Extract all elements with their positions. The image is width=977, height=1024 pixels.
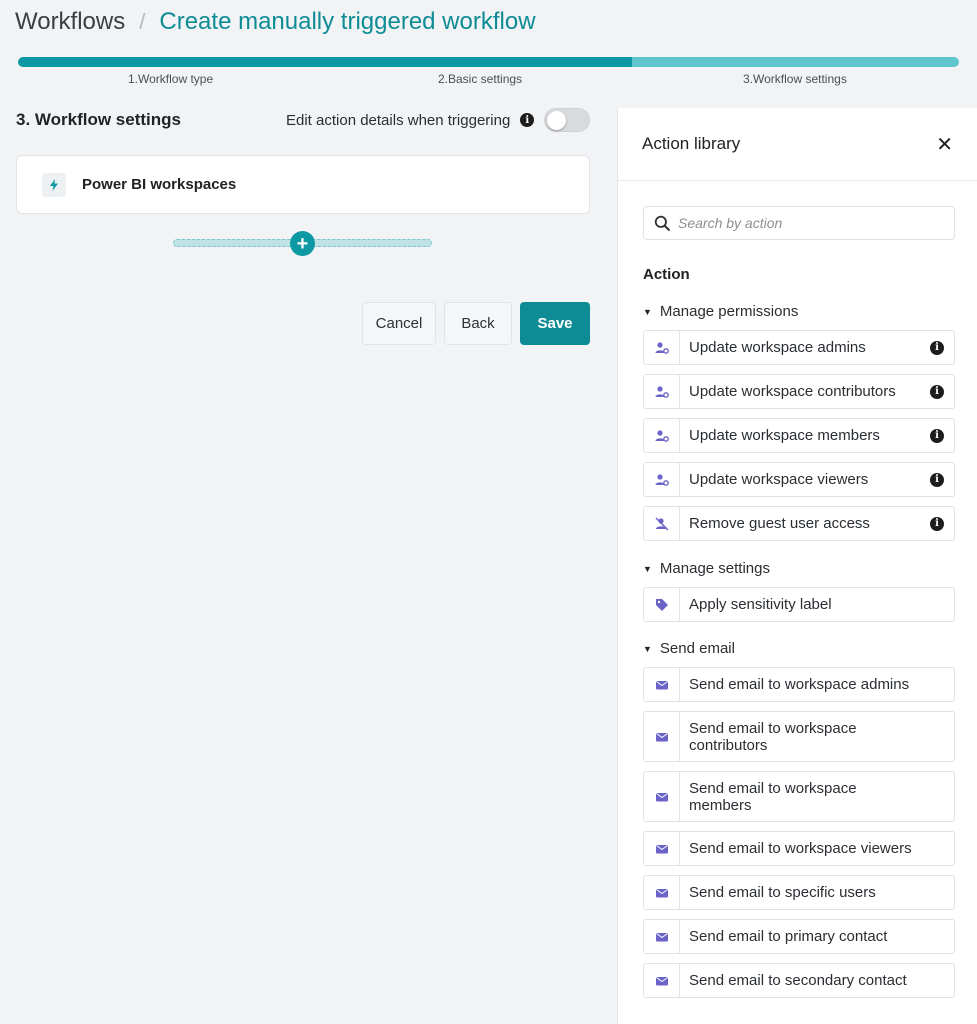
- panel-header: Action library ✕: [618, 108, 977, 181]
- user-gear-icon: [644, 463, 680, 496]
- breadcrumb-separator: /: [139, 9, 146, 34]
- back-button[interactable]: Back: [444, 302, 512, 345]
- action-item[interactable]: Send email to secondary contact: [643, 963, 955, 998]
- step-label-2: 2.Basic settings: [438, 72, 523, 86]
- user-gear-icon: [644, 331, 680, 364]
- breadcrumb-workflows-link[interactable]: Workflows: [15, 8, 125, 36]
- action-label: Update workspace contributors: [689, 383, 896, 400]
- info-icon[interactable]: i: [930, 384, 944, 399]
- info-icon[interactable]: i: [930, 516, 944, 531]
- save-button[interactable]: Save: [520, 302, 590, 345]
- action-item[interactable]: Apply sensitivity label: [643, 587, 955, 622]
- trigger-card[interactable]: Power BI workspaces: [16, 155, 590, 214]
- edit-action-toggle-row: Edit action details when triggering i: [286, 108, 591, 132]
- mail-icon: [644, 920, 680, 953]
- add-step-button[interactable]: +: [290, 231, 315, 256]
- action-label: Update workspace viewers: [689, 471, 869, 488]
- action-item[interactable]: Send email to primary contact: [643, 919, 955, 954]
- group-label: Manage permissions: [659, 303, 799, 320]
- mail-icon: [644, 712, 680, 761]
- user-gear-icon: [644, 375, 680, 408]
- action-heading: Action: [643, 266, 690, 283]
- action-label: Send email to specific users: [689, 884, 876, 901]
- action-label: Send email to workspace viewers: [689, 840, 912, 857]
- info-icon[interactable]: i: [930, 428, 944, 443]
- group-label: Send email: [659, 640, 735, 657]
- action-item[interactable]: Remove guest user access i: [643, 506, 955, 541]
- group-manage-permissions[interactable]: ▼ Manage permissions: [643, 303, 798, 320]
- action-item[interactable]: Update workspace viewers i: [643, 462, 955, 497]
- search-input[interactable]: [678, 215, 938, 231]
- mail-icon: [644, 772, 680, 821]
- action-item[interactable]: Update workspace contributors i: [643, 374, 955, 409]
- edit-action-toggle-label: Edit action details when triggering: [286, 111, 511, 129]
- action-label: Apply sensitivity label: [689, 596, 832, 613]
- user-gear-icon: [644, 419, 680, 452]
- info-icon[interactable]: i: [930, 340, 944, 355]
- step-label-3: 3.Workflow settings: [743, 72, 847, 86]
- group-label: Manage settings: [659, 560, 770, 577]
- action-item[interactable]: Update workspace admins i: [643, 330, 955, 365]
- edit-action-toggle[interactable]: [544, 108, 591, 132]
- mail-icon: [644, 876, 680, 909]
- page-title: Create manually triggered workflow: [159, 8, 536, 35]
- step-label-1: 1.Workflow type: [128, 72, 214, 86]
- panel-title: Action library: [642, 134, 741, 153]
- action-label: Update workspace members: [689, 427, 880, 444]
- caret-down-icon: ▼: [643, 306, 652, 317]
- breadcrumb: Workflows / Create manually triggered wo…: [15, 8, 536, 36]
- action-item[interactable]: Send email to workspace viewers: [643, 831, 955, 866]
- action-label: Send email to primary contact: [689, 928, 888, 945]
- group-send-email[interactable]: ▼ Send email: [643, 640, 735, 657]
- action-label: Send email to workspace admins: [689, 676, 910, 693]
- action-label: Send email to workspace members: [689, 779, 857, 814]
- close-icon[interactable]: ✕: [936, 132, 953, 157]
- section-title: 3. Workflow settings: [16, 110, 181, 129]
- trigger-label: Power BI workspaces: [82, 176, 237, 193]
- action-item[interactable]: Send email to specific users: [643, 875, 955, 910]
- action-item[interactable]: Update workspace members i: [643, 418, 955, 453]
- search-icon: [654, 215, 670, 231]
- toggle-knob: [547, 111, 567, 130]
- caret-down-icon: ▼: [643, 563, 652, 574]
- action-label: Remove guest user access: [689, 515, 870, 532]
- info-icon[interactable]: i: [520, 113, 535, 127]
- action-item[interactable]: Send email to workspace admins: [643, 667, 955, 702]
- stepper-progress-current: [632, 57, 959, 67]
- action-item[interactable]: Send email to workspace contributors: [643, 711, 955, 762]
- action-library-panel: Action library ✕ Action ▼ Manage permiss…: [617, 108, 977, 1024]
- action-label: Update workspace admins: [689, 339, 866, 356]
- action-label: Send email to workspace contributors: [689, 719, 857, 754]
- info-icon[interactable]: i: [930, 472, 944, 487]
- caret-down-icon: ▼: [643, 643, 652, 654]
- user-remove-icon: [644, 507, 680, 540]
- tag-icon: [644, 588, 680, 621]
- group-manage-settings[interactable]: ▼ Manage settings: [643, 560, 770, 577]
- search-box[interactable]: [643, 206, 955, 240]
- mail-icon: [644, 964, 680, 997]
- lightning-icon: [42, 172, 66, 197]
- cancel-button[interactable]: Cancel: [362, 302, 436, 345]
- stepper-progress-done: [18, 57, 632, 67]
- action-label: Send email to secondary contact: [689, 972, 907, 989]
- mail-icon: [644, 832, 680, 865]
- progress-stepper: [18, 57, 959, 67]
- action-item[interactable]: Send email to workspace members: [643, 771, 955, 822]
- mail-icon: [644, 668, 680, 701]
